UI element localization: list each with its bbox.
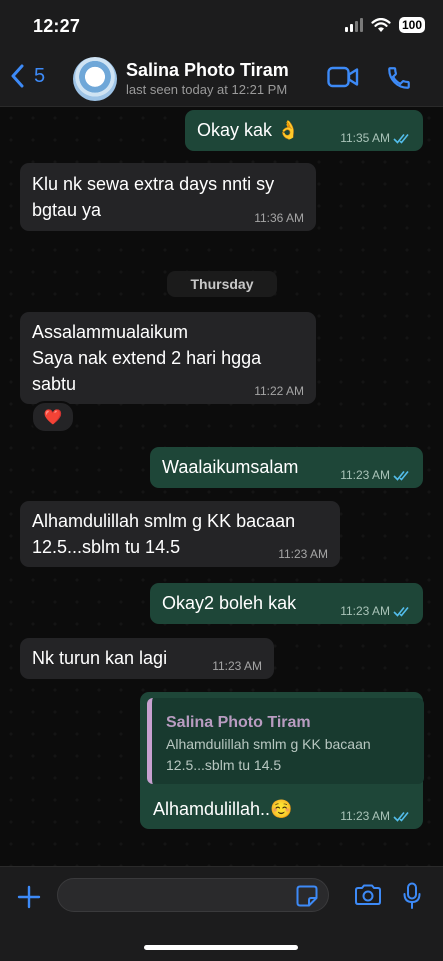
message-time: 11:22 AM bbox=[254, 384, 304, 398]
last-seen-status: last seen today at 12:21 PM bbox=[126, 82, 288, 97]
quoted-author: Salina Photo Tiram bbox=[166, 714, 311, 731]
back-chevron-icon bbox=[11, 64, 24, 88]
message-meta: 11:23 AM bbox=[340, 809, 411, 823]
message-text: Nk turun kan lagi bbox=[32, 648, 168, 668]
back-button[interactable]: 5 bbox=[10, 64, 45, 88]
incoming-message[interactable]: Nk turun kan lagi 11:23 AM bbox=[20, 638, 274, 679]
message-reaction[interactable]: ❤️ bbox=[31, 401, 75, 433]
read-receipt-icon bbox=[393, 811, 409, 822]
read-receipt-icon bbox=[393, 470, 409, 481]
contact-name[interactable]: Salina Photo Tiram bbox=[126, 60, 289, 81]
message-input[interactable] bbox=[57, 878, 329, 912]
unread-count: 5 bbox=[34, 64, 46, 87]
cellular-signal-icon bbox=[344, 18, 363, 32]
message-meta: 11:23 AM bbox=[212, 659, 262, 673]
outgoing-message[interactable]: Okay2 boleh kak 11:23 AM bbox=[150, 583, 423, 624]
message-meta: 11:36 AM bbox=[254, 211, 304, 225]
message-time: 11:23 AM bbox=[340, 468, 390, 482]
chat-header: 5 Salina Photo Tiram last seen today at … bbox=[0, 52, 443, 107]
camera-button[interactable] bbox=[354, 884, 382, 911]
message-meta: 11:23 AM bbox=[278, 547, 328, 561]
battery-indicator: 100 bbox=[398, 17, 425, 33]
video-call-icon bbox=[327, 66, 359, 88]
incoming-message[interactable]: Alhamdulillah smlm g KK bacaan 12.5...sb… bbox=[20, 501, 340, 567]
message-time: 11:36 AM bbox=[254, 211, 304, 225]
quoted-message[interactable]: Salina Photo Tiram Alhamdulillah smlm g … bbox=[147, 698, 424, 784]
message-text: Okay kak 👌 bbox=[197, 120, 300, 140]
message-text: Okay2 boleh kak bbox=[162, 593, 297, 613]
microphone-icon bbox=[403, 882, 421, 909]
plus-icon bbox=[17, 885, 41, 909]
outgoing-message[interactable]: Waalaikumsalam 11:23 AM bbox=[150, 447, 423, 488]
sticker-button[interactable] bbox=[296, 885, 318, 912]
read-receipt-icon bbox=[393, 606, 409, 617]
message-list[interactable]: Okay kak 👌 11:35 AM Klu nk sewa extra da… bbox=[0, 107, 443, 866]
video-call-button[interactable] bbox=[327, 66, 359, 93]
phone-call-icon bbox=[388, 67, 410, 89]
voice-message-button[interactable] bbox=[402, 882, 422, 915]
avatar[interactable] bbox=[73, 57, 117, 101]
message-time: 11:35 AM bbox=[340, 131, 390, 145]
home-indicator[interactable] bbox=[144, 945, 298, 950]
heart-reaction-icon: ❤️ bbox=[43, 409, 63, 426]
outgoing-reply-message[interactable]: Salina Photo Tiram Alhamdulillah smlm g … bbox=[140, 692, 424, 829]
wifi-icon bbox=[371, 17, 391, 32]
message-text: Waalaikumsalam bbox=[162, 457, 299, 477]
date-separator: Thursday bbox=[167, 271, 277, 297]
incoming-message[interactable]: Klu nk sewa extra days nnti sy bgtau ya … bbox=[20, 163, 316, 231]
message-time: 11:23 AM bbox=[340, 604, 390, 618]
status-time: 12:27 bbox=[33, 16, 81, 36]
message-meta: 11:35 AM bbox=[340, 131, 411, 145]
status-bar: 12:27 100 bbox=[0, 0, 443, 52]
message-time: 11:23 AM bbox=[340, 809, 390, 823]
message-text: Alhamdulillah..☺️ bbox=[153, 799, 293, 819]
camera-icon bbox=[355, 884, 381, 905]
message-meta: 11:22 AM bbox=[254, 384, 304, 398]
message-meta: 11:23 AM bbox=[340, 468, 411, 482]
sticker-icon bbox=[296, 885, 318, 907]
read-receipt-icon bbox=[393, 133, 409, 144]
status-icons: 100 bbox=[344, 17, 425, 33]
attach-button[interactable] bbox=[17, 885, 41, 914]
outgoing-message[interactable]: Okay kak 👌 11:35 AM bbox=[185, 110, 423, 151]
message-time: 11:23 AM bbox=[278, 547, 328, 561]
message-time: 11:23 AM bbox=[212, 659, 262, 673]
message-meta: 11:23 AM bbox=[340, 604, 411, 618]
voice-call-button[interactable] bbox=[386, 65, 412, 96]
incoming-message[interactable]: Assalammualaikum Saya nak extend 2 hari … bbox=[20, 312, 316, 404]
quoted-text: Alhamdulillah smlm g KK bacaan 12.5...sb… bbox=[166, 736, 371, 773]
